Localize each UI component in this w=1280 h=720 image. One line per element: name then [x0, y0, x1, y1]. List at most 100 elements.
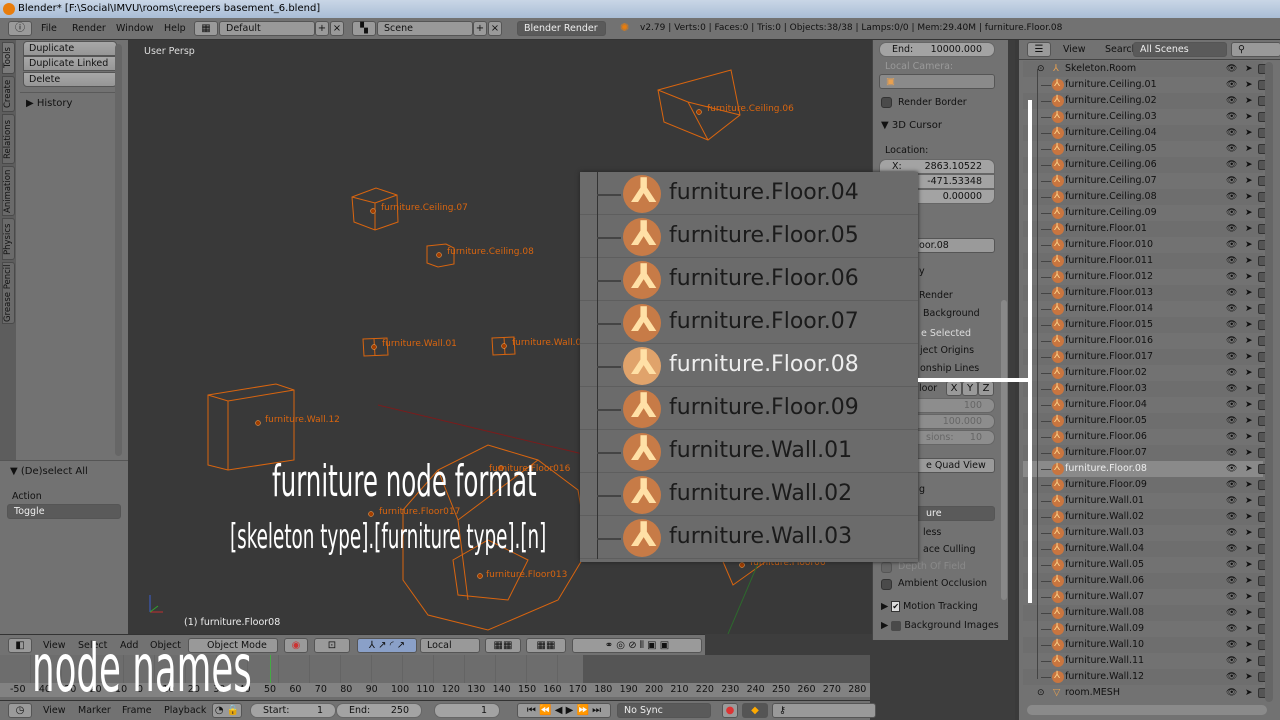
cursor-select-icon[interactable]: ➤: [1245, 605, 1253, 621]
eye-icon[interactable]: 👁: [1226, 477, 1237, 493]
tab-animation[interactable]: Animation: [2, 166, 15, 216]
outliner-item[interactable]: furniture.Wall.10 👁 ➤: [1023, 636, 1268, 653]
eye-icon[interactable]: 👁: [1226, 445, 1237, 461]
scene-icon[interactable]: ▚: [352, 21, 376, 36]
outliner-item[interactable]: furniture.Floor.06 👁 ➤: [1023, 428, 1268, 445]
eye-icon[interactable]: 👁: [1226, 397, 1237, 413]
render-engine-select[interactable]: Blender Render: [517, 21, 606, 36]
outliner-item[interactable]: furniture.Wall.09 👁 ➤: [1023, 620, 1268, 637]
outliner-item[interactable]: furniture.Floor.015 👁 ➤: [1023, 316, 1268, 333]
eye-icon[interactable]: 👁: [1226, 269, 1237, 285]
outliner-item[interactable]: furniture.Floor.01 👁 ➤: [1023, 220, 1268, 237]
cursor-select-icon[interactable]: ➤: [1245, 461, 1253, 477]
eye-icon[interactable]: 👁: [1226, 61, 1237, 77]
axis-z-toggle[interactable]: Z: [978, 381, 994, 396]
eye-icon[interactable]: 👁: [1226, 557, 1237, 573]
outliner-item[interactable]: furniture.Ceiling.08 👁 ➤: [1023, 188, 1268, 205]
eye-icon[interactable]: 👁: [1226, 237, 1237, 253]
eye-icon[interactable]: 👁: [1226, 669, 1237, 685]
cursor-select-icon[interactable]: ➤: [1245, 477, 1253, 493]
add-layout-icon[interactable]: +: [315, 21, 329, 36]
cursor-select-icon[interactable]: ➤: [1245, 157, 1253, 173]
depth-of-field-checkbox[interactable]: [881, 562, 892, 573]
eye-icon[interactable]: 👁: [1226, 653, 1237, 669]
shading-icon[interactable]: ◉: [284, 638, 308, 653]
current-frame-field[interactable]: 1: [434, 703, 500, 718]
outliner-item[interactable]: furniture.Ceiling.06 👁 ➤: [1023, 156, 1268, 173]
eye-icon[interactable]: 👁: [1226, 109, 1237, 125]
eye-icon[interactable]: 👁: [1226, 141, 1237, 157]
motion-tracking-section[interactable]: ▶ ✔ Motion Tracking: [881, 601, 978, 612]
eye-icon[interactable]: 👁: [1226, 685, 1237, 701]
outliner-item[interactable]: furniture.Floor.010 👁 ➤: [1023, 236, 1268, 253]
record-icon[interactable]: ●: [722, 703, 738, 718]
outliner-item[interactable]: furniture.Wall.03 👁 ➤: [1023, 524, 1268, 541]
cursor-select-icon[interactable]: ➤: [1245, 141, 1253, 157]
layout-icon[interactable]: ▦: [194, 21, 218, 36]
outliner-item[interactable]: furniture.Ceiling.09 👁 ➤: [1023, 204, 1268, 221]
duplicate-linked-button[interactable]: Duplicate Linked: [23, 56, 117, 71]
cursor-select-icon[interactable]: ➤: [1245, 381, 1253, 397]
duplicate-button[interactable]: Duplicate: [23, 41, 117, 56]
cursor-select-icon[interactable]: ➤: [1245, 413, 1253, 429]
outliner-root-item[interactable]: ⊙ ▽ room.MESH 👁 ➤: [1023, 685, 1268, 701]
outliner-item[interactable]: furniture.Floor.09 👁 ➤: [1023, 476, 1268, 493]
eye-icon[interactable]: 👁: [1226, 461, 1237, 477]
outliner-item[interactable]: furniture.Ceiling.01 👁 ➤: [1023, 76, 1268, 93]
outliner-item[interactable]: furniture.Wall.02 👁 ➤: [1023, 508, 1268, 525]
outliner-item[interactable]: furniture.Wall.04 👁 ➤: [1023, 540, 1268, 557]
menu-help[interactable]: Help: [164, 23, 186, 34]
cursor-select-icon[interactable]: ➤: [1245, 333, 1253, 349]
menu-render[interactable]: Render: [72, 23, 106, 34]
cursor-select-icon[interactable]: ➤: [1245, 301, 1253, 317]
eye-icon[interactable]: 👁: [1226, 301, 1237, 317]
keyframe-type-icon[interactable]: ◆: [742, 703, 768, 718]
cursor-select-icon[interactable]: ➤: [1245, 685, 1253, 701]
outliner-item[interactable]: furniture.Wall.12 👁 ➤: [1023, 668, 1268, 685]
tab-grease-pencil[interactable]: Grease Pencil: [2, 262, 15, 324]
editor-type-3d-icon[interactable]: ◧: [8, 638, 32, 653]
3d-cursor-section[interactable]: ▼ 3D Cursor: [881, 120, 942, 131]
eye-icon[interactable]: 👁: [1226, 93, 1237, 109]
eye-icon[interactable]: 👁: [1226, 493, 1237, 509]
keying-set-field[interactable]: ⚷: [772, 703, 876, 718]
eye-icon[interactable]: 👁: [1226, 589, 1237, 605]
eye-icon[interactable]: 👁: [1226, 77, 1237, 93]
add-scene-icon[interactable]: +: [473, 21, 487, 36]
scene-field[interactable]: Scene: [377, 21, 473, 36]
eye-icon[interactable]: 👁: [1226, 285, 1237, 301]
cursor-select-icon[interactable]: ➤: [1245, 637, 1253, 653]
cursor-select-icon[interactable]: ➤: [1245, 93, 1253, 109]
eye-icon[interactable]: 👁: [1226, 189, 1237, 205]
eye-icon[interactable]: 👁: [1226, 525, 1237, 541]
eye-icon[interactable]: 👁: [1226, 125, 1237, 141]
outliner-item[interactable]: furniture.Wall.08 👁 ➤: [1023, 604, 1268, 621]
cursor-select-icon[interactable]: ➤: [1245, 557, 1253, 573]
outliner-menu-view[interactable]: View: [1063, 44, 1086, 55]
editor-type-timeline-icon[interactable]: ◷: [8, 703, 32, 718]
cursor-select-icon[interactable]: ➤: [1245, 173, 1253, 189]
eye-icon[interactable]: 👁: [1226, 509, 1237, 525]
tab-relations[interactable]: Relations: [2, 114, 15, 164]
eye-icon[interactable]: 👁: [1226, 605, 1237, 621]
background-images-section[interactable]: ▶ Background Images: [881, 620, 999, 631]
cursor-select-icon[interactable]: ➤: [1245, 349, 1253, 365]
outliner-item[interactable]: furniture.Ceiling.02 👁 ➤: [1023, 92, 1268, 109]
end-frame-field[interactable]: End: 250: [336, 703, 422, 718]
cursor-select-icon[interactable]: ➤: [1245, 109, 1253, 125]
cursor-select-icon[interactable]: ➤: [1245, 205, 1253, 221]
outliner-item[interactable]: furniture.Floor.08 👁 ➤: [1023, 460, 1268, 477]
cursor-select-icon[interactable]: ➤: [1245, 509, 1253, 525]
remove-scene-icon[interactable]: ×: [488, 21, 502, 36]
eye-icon[interactable]: 👁: [1226, 573, 1237, 589]
eye-icon[interactable]: 👁: [1226, 621, 1237, 637]
cursor-select-icon[interactable]: ➤: [1245, 237, 1253, 253]
cursor-select-icon[interactable]: ➤: [1245, 269, 1253, 285]
orientation-select[interactable]: Local: [420, 638, 480, 653]
cursor-select-icon[interactable]: ➤: [1245, 669, 1253, 685]
outliner-scrollbar[interactable]: [1265, 62, 1273, 702]
cursor-select-icon[interactable]: ➤: [1245, 621, 1253, 637]
outliner-item[interactable]: furniture.Wall.01 👁 ➤: [1023, 492, 1268, 509]
outliner-item[interactable]: furniture.Floor.016 👁 ➤: [1023, 332, 1268, 349]
eye-icon[interactable]: 👁: [1226, 253, 1237, 269]
